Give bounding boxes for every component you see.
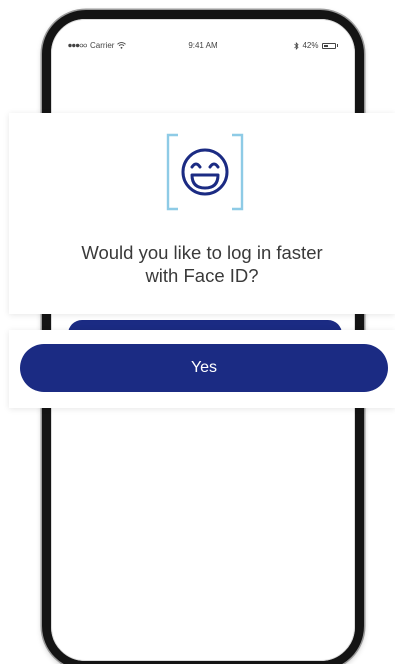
battery-icon [321, 42, 336, 49]
face-id-prompt: Would you like to log in faster with Fac… [9, 113, 395, 314]
button-strip: Yes [9, 330, 395, 408]
prompt-title: Would you like to log in faster with Fac… [81, 242, 323, 286]
battery-percent: 42% [302, 41, 319, 50]
status-bar: Carrier 9:41 AM 42% [68, 41, 338, 55]
screen: Carrier 9:41 AM 42% Would you like to lo… [0, 0, 395, 664]
bluetooth-icon [294, 41, 300, 50]
face-id-smile-icon [166, 133, 244, 211]
battery-fill [323, 44, 328, 47]
yes-button[interactable]: Yes [20, 344, 388, 392]
status-right: 42% [294, 41, 338, 50]
battery-nub [336, 44, 338, 47]
